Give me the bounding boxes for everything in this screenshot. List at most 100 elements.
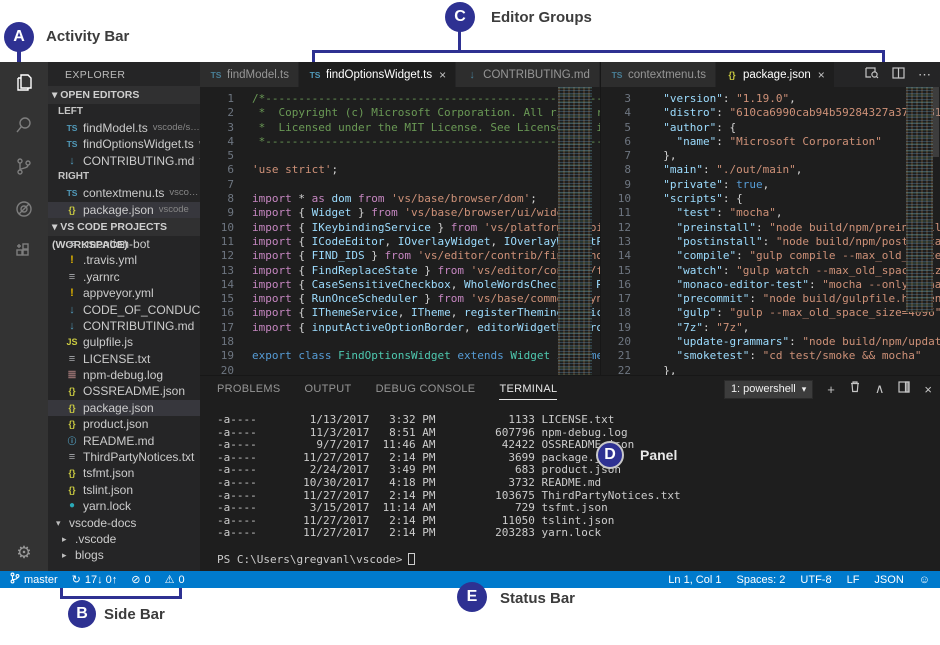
split-panel-button[interactable] [898,380,910,398]
line-number: 6 [601,135,631,149]
status-lf[interactable]: LF [847,574,860,586]
file-item[interactable]: ↓CONTRIBUTING.md [48,318,200,334]
tab-package.json[interactable]: {}package.json× [716,62,835,87]
search-icon[interactable] [0,104,48,146]
panel-tab-problems[interactable]: PROBLEMS [217,379,281,399]
terminal-listing: -a---- 1/13/2017 3:32 PM 1133 LICENSE.tx… [217,414,936,540]
line-text: "test": "mocha", [631,206,782,220]
file-item[interactable]: ≣npm-debug.log [48,367,200,383]
file-item[interactable]: ●yarn.lock [48,498,200,514]
file-item[interactable]: ≡.yarnrc [48,269,200,285]
status-error[interactable]: ⊘0 [131,573,150,586]
more-actions-icon[interactable]: ⋯ [918,67,931,83]
file-item[interactable]: ⓘREADME.md [48,433,200,449]
code-line: 20 "update-grammars": "node build/npm/up… [601,335,940,349]
file-item[interactable]: !appveyor.yml [48,285,200,301]
minimap-right[interactable] [906,87,933,312]
open-preview-icon[interactable] [865,66,879,84]
error-icon: ⊘ [131,573,140,586]
file-item[interactable]: JSgulpfile.js [48,334,200,350]
maximize-panel-button[interactable]: ∧ [875,381,885,397]
file-item[interactable]: {}package.json [48,400,200,416]
file-item[interactable]: ↓CODE_OF_CONDUCT.md [48,302,200,318]
file-item[interactable]: {}tslint.json [48,482,200,498]
status-label: 0 [144,574,150,586]
file-item[interactable]: {}OSSREADME.json [48,383,200,399]
open-editor-item[interactable]: TSfindModel.tsvscode/src/vs/... [48,120,200,136]
tab-findModel.ts[interactable]: TSfindModel.ts [200,62,299,87]
file-item[interactable]: !.travis.yml [48,252,200,268]
status-utf-8[interactable]: UTF-8 [800,574,831,586]
source-control-icon[interactable] [0,146,48,188]
tab-findOptionsWidget.ts[interactable]: TSfindOptionsWidget.ts× [299,62,456,87]
new-terminal-button[interactable]: + [827,382,835,397]
open-editors-header[interactable]: ▾ OPEN EDITORS [48,86,200,104]
line-number: 15 [200,292,234,306]
status-sync[interactable]: ↻17↓ 0↑ [72,573,118,586]
code-line: 14 "compile": "gulp compile --max_old_sp… [601,249,940,263]
terminal-selector-value: 1: powershell [731,383,796,395]
line-number: 9 [601,178,631,192]
file-item[interactable]: {}tsfmt.json [48,465,200,481]
file-item[interactable]: ≡LICENSE.txt [48,351,200,367]
line-number: 20 [601,335,631,349]
close-panel-button[interactable]: × [924,382,932,397]
status-warning[interactable]: ⚠0 [165,573,185,586]
line-number: 5 [601,121,631,135]
tab-label: package.json [743,69,811,81]
feedback-smiley-icon[interactable]: ☺ [919,574,930,586]
line-text: "postinstall": "node build/npm/postinsta… [631,235,940,249]
workspace-header[interactable]: ▾ VS CODE PROJECTS (WORKSPACE) [48,218,200,236]
line-text: import { IThemeService, ITheme, register… [234,306,600,320]
kill-terminal-button[interactable] [849,380,861,398]
line-number: 19 [200,349,234,363]
file-name: package.json [83,202,154,218]
explorer-icon[interactable] [0,62,48,104]
file-item[interactable]: ≡ThirdPartyNotices.txt [48,449,200,465]
status-json[interactable]: JSON [874,574,903,586]
code-line: 5 "author": { [601,121,940,135]
panel-tab-terminal[interactable]: TERMINAL [499,379,557,400]
file-item[interactable]: ≡.mention-bot [48,236,200,252]
folder-item[interactable]: ▾vscode-docs [48,515,200,531]
tab-CONTRIBUTING.md[interactable]: ↓CONTRIBUTING.md [456,62,600,87]
close-icon[interactable]: × [439,68,446,82]
extensions-icon[interactable] [0,230,48,272]
open-editor-item[interactable]: ↓CONTRIBUTING.mdvscode [48,153,200,169]
scrollbar-right[interactable] [933,87,939,157]
settings-gear-icon[interactable]: ⚙ [0,543,48,563]
terminal-selector[interactable]: 1: powershell ▾ [724,380,813,399]
code-editor-right[interactable]: 3 "version": "1.19.0",4 "distro": "610ca… [601,87,940,375]
open-editor-item[interactable]: {}package.jsonvscode [48,202,200,218]
panel-tab-output[interactable]: OUTPUT [305,379,352,399]
code-line: 15import { RunOnceScheduler } from 'vs/b… [200,292,600,306]
close-icon[interactable]: × [818,68,825,82]
terminal-output[interactable]: -a---- 1/13/2017 3:32 PM 1133 LICENSE.tx… [217,414,936,569]
line-number: 8 [200,192,234,206]
code-line: 22 }, [601,364,940,375]
lock-icon: ● [65,498,79,514]
line-number: 13 [601,235,631,249]
open-editor-item[interactable]: TSfindOptionsWidget.tsvsco... [48,136,200,152]
split-editor-icon[interactable] [892,66,905,84]
minimap-left[interactable] [558,87,592,375]
status-spaces-2[interactable]: Spaces: 2 [736,574,785,586]
md-icon: ↓ [65,153,79,169]
vscode-annotated-screenshot: A Activity Bar C Editor Groups B Side Ba… [0,0,940,645]
caret-down-icon: ▾ [56,515,65,531]
open-editor-item[interactable]: TScontextmenu.tsvscode/src/... [48,185,200,201]
file-item[interactable]: {}product.json [48,416,200,432]
panel-tab-debug-console[interactable]: DEBUG CONSOLE [376,379,476,399]
tab-contextmenu.ts[interactable]: TScontextmenu.ts [601,62,716,87]
open-editors-group-label: RIGHT [48,169,200,185]
terminal-line: -a---- 9/7/2017 11:46 AM 42422 OSSREADME… [217,439,936,452]
code-editor-left[interactable]: 1/*-------------------------------------… [200,87,600,375]
folder-item[interactable]: ▸.vscode [48,531,200,547]
status-branch[interactable]: master [10,572,58,587]
status-ln-1-col-1[interactable]: Ln 1, Col 1 [668,574,721,586]
debug-icon[interactable] [0,188,48,230]
line-number: 5 [200,149,234,163]
ts-icon: TS [65,185,79,201]
folder-item[interactable]: ▸blogs [48,547,200,563]
code-line: 9 "private": true, [601,178,940,192]
